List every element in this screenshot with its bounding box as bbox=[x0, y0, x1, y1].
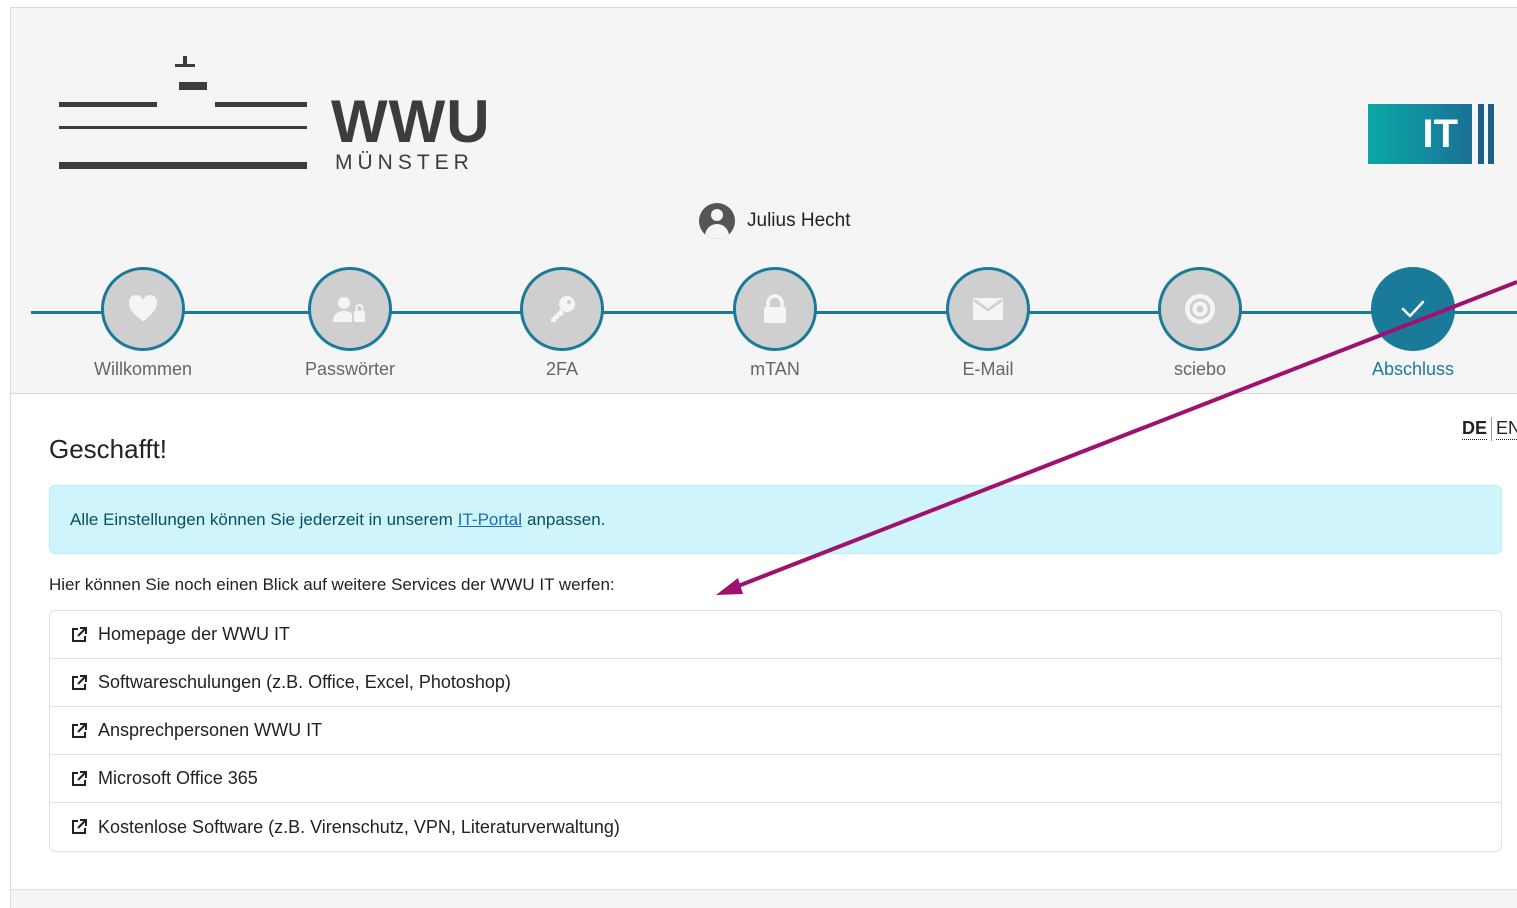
step-label: sciebo bbox=[1173, 359, 1227, 379]
logo-bar bbox=[59, 126, 307, 129]
external-link-icon bbox=[72, 674, 87, 690]
wwu-logo[interactable]: WWU MÜNSTER bbox=[59, 44, 490, 174]
services-list: Homepage der WWU IT Softwareschulungen (… bbox=[49, 610, 1502, 852]
language-de-link[interactable]: DE bbox=[1462, 418, 1488, 440]
service-link-ansprechpersonen[interactable]: Ansprechpersonen WWU IT bbox=[50, 707, 1501, 755]
step-willkommen[interactable]: Willkommen bbox=[73, 267, 213, 380]
page-frame: WWU MÜNSTER IT Julius Hecht Willkommen P… bbox=[10, 7, 1517, 908]
user-name: Julius Hecht bbox=[747, 210, 851, 231]
it-portal-link[interactable]: IT-Portal bbox=[458, 510, 522, 530]
logo-bar bbox=[59, 162, 307, 169]
services-intro: Hier können Sie noch einen Blick auf wei… bbox=[49, 575, 615, 594]
footer bbox=[11, 890, 1517, 908]
logo-bar bbox=[59, 102, 157, 107]
step-label: mTAN bbox=[750, 359, 800, 379]
step-label: Passwörter bbox=[304, 359, 396, 379]
envelope-icon bbox=[946, 267, 1030, 351]
logo-wordmark: WWU bbox=[331, 88, 491, 155]
logo-bar bbox=[215, 102, 307, 107]
logo-bar bbox=[175, 64, 195, 67]
step-label: E-Mail bbox=[962, 359, 1014, 379]
key-icon bbox=[520, 267, 604, 351]
sciebo-icon bbox=[1158, 267, 1242, 351]
external-link-icon bbox=[72, 722, 87, 738]
language-switcher: DE EN bbox=[1462, 417, 1517, 441]
logo-subtitle: MÜNSTER bbox=[335, 151, 474, 174]
step-label: Willkommen bbox=[93, 359, 192, 379]
it-logo-box: IT bbox=[1368, 104, 1472, 164]
service-link-label: Ansprechpersonen WWU IT bbox=[98, 720, 323, 740]
step-mtan[interactable]: mTAN bbox=[705, 267, 845, 380]
language-divider bbox=[1491, 417, 1493, 441]
step-email[interactable]: E-Mail bbox=[918, 267, 1058, 380]
step-sciebo[interactable]: sciebo bbox=[1130, 267, 1270, 380]
header: WWU MÜNSTER IT Julius Hecht Willkommen P… bbox=[11, 8, 1517, 394]
user-lock-icon bbox=[308, 267, 392, 351]
service-link-kostenlose-software[interactable]: Kostenlose Software (z.B. Virenschutz, V… bbox=[50, 803, 1501, 851]
language-en-link[interactable]: EN bbox=[1496, 418, 1517, 440]
service-link-label: Kostenlose Software (z.B. Virenschutz, V… bbox=[98, 816, 620, 837]
step-label: 2FA bbox=[545, 359, 579, 379]
service-link-label: Softwareschulungen (z.B. Office, Excel, … bbox=[98, 672, 511, 692]
service-link-label: Homepage der WWU IT bbox=[98, 624, 291, 644]
user-circle-icon bbox=[699, 203, 735, 239]
check-icon bbox=[1371, 267, 1455, 351]
alert-text-after: anpassen. bbox=[526, 509, 606, 529]
service-link-office365[interactable]: Microsoft Office 365 bbox=[50, 755, 1501, 803]
info-alert: Alle Einstellungen können Sie jederzeit … bbox=[49, 485, 1502, 554]
page-title: Geschafft! bbox=[49, 434, 168, 464]
it-logo-text: IT bbox=[1422, 112, 1458, 156]
it-logo-bar bbox=[1488, 104, 1494, 164]
step-2fa[interactable]: 2FA bbox=[492, 267, 632, 380]
alert-text-before: Alle Einstellungen können Sie jederzeit … bbox=[70, 509, 453, 529]
it-logo[interactable]: IT bbox=[1368, 104, 1508, 164]
user-info: Julius Hecht bbox=[699, 202, 851, 240]
external-link-icon bbox=[72, 770, 87, 786]
service-link-homepage[interactable]: Homepage der WWU IT bbox=[50, 611, 1501, 659]
step-passwoerter[interactable]: Passwörter bbox=[280, 267, 420, 380]
step-label: Abschluss bbox=[1371, 359, 1455, 379]
lock-icon bbox=[733, 267, 817, 351]
heart-icon bbox=[101, 267, 185, 351]
service-link-label: Microsoft Office 365 bbox=[98, 768, 258, 788]
external-link-icon bbox=[72, 626, 87, 642]
step-abschluss[interactable]: Abschluss bbox=[1343, 267, 1483, 380]
service-link-softwareschulungen[interactable]: Softwareschulungen (z.B. Office, Excel, … bbox=[50, 659, 1501, 707]
external-link-icon bbox=[72, 819, 87, 834]
logo-bar bbox=[179, 82, 207, 90]
it-logo-bar bbox=[1478, 104, 1484, 164]
